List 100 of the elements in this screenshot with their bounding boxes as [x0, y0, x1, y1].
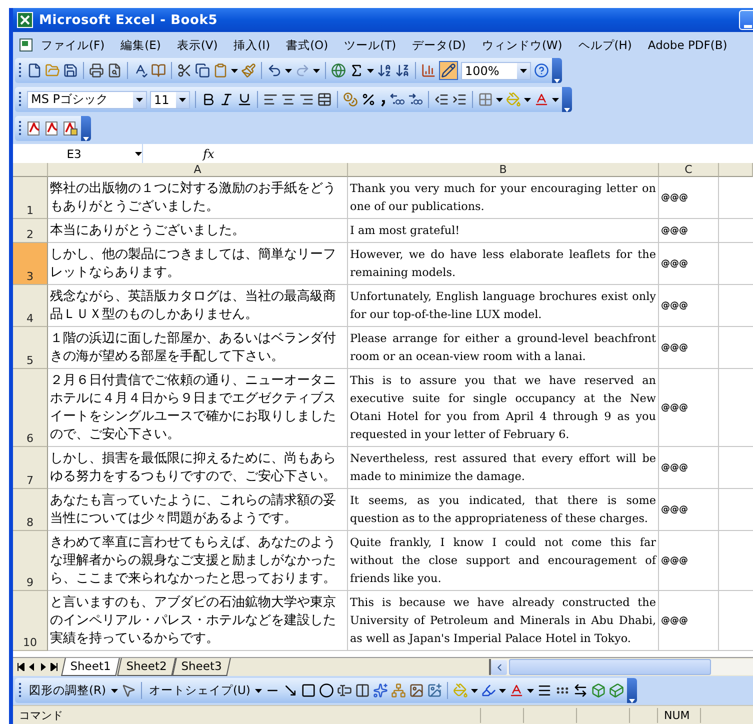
caret-icon[interactable]	[367, 68, 374, 72]
percent-icon[interactable]	[361, 92, 376, 107]
copy-icon[interactable]	[195, 63, 210, 78]
row-header[interactable]: 6	[13, 369, 48, 447]
oval-icon[interactable]	[319, 683, 334, 698]
function-label[interactable]: fx	[203, 146, 214, 160]
draw-menu-button[interactable]: 図形の調整(R)	[27, 683, 108, 698]
text-box-icon[interactable]	[337, 683, 352, 698]
caret-icon[interactable]	[231, 68, 238, 72]
picture-icon[interactable]	[427, 683, 442, 698]
font-size-field[interactable]: 11	[150, 90, 190, 108]
caret-icon[interactable]	[496, 98, 503, 102]
menu-item[interactable]: Adobe PDF(B)	[640, 36, 736, 54]
row-header[interactable]: 1	[13, 177, 48, 219]
pdf-icon[interactable]	[27, 121, 42, 136]
sort-descending-icon[interactable]	[395, 63, 410, 78]
caret-icon[interactable]	[136, 98, 143, 102]
sheet-tab[interactable]: Sheet1	[61, 658, 120, 676]
three-d-icon[interactable]	[609, 683, 624, 698]
row-header[interactable]: 5	[13, 327, 48, 369]
arrow-icon[interactable]	[283, 683, 298, 698]
row-header[interactable]: 3	[13, 243, 48, 285]
font-field[interactable]: MS Pゴシック	[27, 90, 147, 108]
align-right-icon[interactable]	[299, 92, 314, 107]
save-icon[interactable]	[63, 63, 78, 78]
italic-icon[interactable]	[219, 92, 234, 107]
diagram-icon[interactable]	[391, 683, 406, 698]
row-header[interactable]: 4	[13, 285, 48, 327]
cut-icon[interactable]	[177, 63, 192, 78]
last-sheet-icon[interactable]	[50, 663, 58, 671]
print-preview-icon[interactable]	[107, 63, 122, 78]
column-header[interactable]: C	[659, 163, 719, 177]
drawing-icon[interactable]	[441, 63, 456, 78]
overflow-caret-icon[interactable]	[629, 699, 636, 703]
undo-icon[interactable]	[267, 63, 282, 78]
minimize-button[interactable]	[739, 10, 753, 30]
caret-icon[interactable]	[471, 688, 478, 692]
sheet-tab[interactable]: Sheet2	[116, 658, 176, 676]
line-color-icon[interactable]	[481, 683, 496, 698]
bold-icon[interactable]	[201, 92, 216, 107]
sheet-tab[interactable]: Sheet3	[172, 658, 231, 676]
next-sheet-icon[interactable]	[39, 663, 47, 671]
font-color-icon[interactable]	[509, 683, 524, 698]
new-file-icon[interactable]	[27, 63, 42, 78]
increase-indent-icon[interactable]	[452, 92, 467, 107]
caret-icon[interactable]	[110, 688, 118, 692]
column-header[interactable]: B	[348, 163, 659, 177]
spelling-icon[interactable]	[133, 63, 148, 78]
first-sheet-icon[interactable]	[17, 663, 25, 671]
caret-icon[interactable]	[285, 68, 292, 72]
caret-icon[interactable]	[499, 688, 506, 692]
caret-icon[interactable]	[255, 688, 262, 692]
underline-icon[interactable]	[237, 92, 252, 107]
zoom-field[interactable]: 100%	[461, 62, 531, 80]
document-menu-icon[interactable]	[17, 38, 33, 52]
align-left-icon[interactable]	[263, 92, 278, 107]
previous-sheet-icon[interactable]	[28, 663, 36, 671]
hyperlink-icon[interactable]	[331, 63, 346, 78]
fill-color-icon[interactable]	[506, 92, 521, 107]
caret-icon[interactable]	[527, 688, 534, 692]
sort-ascending-icon[interactable]	[377, 63, 392, 78]
caret-icon[interactable]	[524, 98, 531, 102]
merge-cells-icon[interactable]	[317, 92, 332, 107]
pdf-icon[interactable]	[45, 121, 60, 136]
autosum-icon[interactable]	[349, 63, 364, 78]
decrease-decimal-icon[interactable]	[408, 92, 423, 107]
minimize-icon[interactable]	[744, 23, 752, 29]
row-header[interactable]: 10	[13, 591, 48, 651]
caret-icon[interactable]	[552, 98, 559, 102]
overflow-caret-icon[interactable]	[554, 79, 560, 83]
line-style-icon[interactable]	[537, 683, 552, 698]
horizontal-scrollbar[interactable]	[489, 659, 753, 675]
menu-item[interactable]: データ(D)	[404, 36, 474, 54]
menu-item[interactable]: ヘルプ(H)	[570, 36, 640, 54]
menu-item[interactable]: 書式(O)	[278, 36, 336, 54]
align-center-icon[interactable]	[281, 92, 296, 107]
row-header[interactable]: 8	[13, 489, 48, 531]
menu-item[interactable]: 編集(E)	[112, 36, 169, 54]
select-objects-icon[interactable]	[120, 683, 136, 698]
font-color-icon[interactable]	[534, 92, 549, 107]
arrow-style-icon[interactable]	[573, 683, 588, 698]
borders-icon[interactable]	[478, 92, 493, 107]
menu-item[interactable]: ツール(T)	[336, 36, 404, 54]
print-icon[interactable]	[89, 63, 104, 78]
column-header[interactable]: A	[48, 163, 348, 177]
caret-icon[interactable]	[313, 68, 320, 72]
caret-icon[interactable]	[135, 152, 142, 156]
chart-icon[interactable]	[421, 63, 436, 78]
menu-item[interactable]: ウィンドウ(W)	[474, 36, 570, 54]
decrease-indent-icon[interactable]	[434, 92, 449, 107]
row-header[interactable]: 2	[13, 219, 48, 243]
row-header[interactable]: 7	[13, 447, 48, 489]
row-header[interactable]: 9	[13, 531, 48, 591]
menu-item[interactable]: 表示(V)	[168, 36, 226, 54]
menu-item[interactable]: ファイル(F)	[33, 36, 113, 54]
caret-icon[interactable]	[520, 68, 527, 72]
pdf-attach-icon[interactable]	[63, 121, 78, 136]
autoshapes-menu-button[interactable]: オートシェイプ(U)	[146, 683, 252, 698]
overflow-caret-icon[interactable]	[564, 108, 570, 112]
help-icon[interactable]	[534, 63, 549, 78]
